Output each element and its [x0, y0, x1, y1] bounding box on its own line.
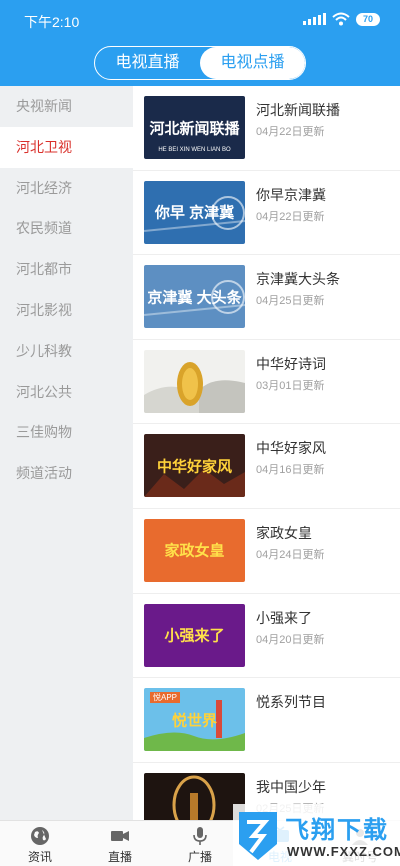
tab-tv-live[interactable]: 电视直播	[95, 47, 200, 79]
tab-tv-on-demand[interactable]: 电视点播	[200, 47, 305, 79]
sidebar-item[interactable]: 河北影视	[0, 290, 133, 331]
program-update-date: 04月16日更新	[256, 464, 325, 477]
program-title: 我中国少年	[256, 778, 326, 795]
sidebar-item[interactable]: 农民频道	[0, 208, 133, 249]
program-thumbnail[interactable]: 你早 京津冀	[144, 180, 245, 244]
sidebar-item[interactable]: 频道活动	[0, 453, 133, 494]
status-bar: 下午2:10 70	[0, 0, 400, 40]
broadcast-mode-switch: 电视直播 电视点播	[94, 46, 306, 80]
program-row[interactable]: 中华好诗词 03月01日更新	[133, 340, 400, 425]
program-update-date: 03月01日更新	[256, 379, 325, 392]
status-time: 下午2:10	[24, 14, 80, 30]
program-title: 小强来了	[256, 609, 312, 626]
program-title: 中华好诗词	[256, 355, 326, 372]
app-header: 下午2:10 70 电视直播 电视点播	[0, 0, 400, 86]
program-list: 河北新闻联播 HE BEI XIN WEN LIAN BO 河北新闻联播 04月22日…	[133, 86, 400, 820]
sidebar-item[interactable]: 河北都市	[0, 249, 133, 290]
program-row[interactable]: 你早 京津冀 你早京津冀 04月22日更新	[133, 171, 400, 256]
program-title: 你早京津冀	[256, 186, 326, 203]
thumbnail-caption: 京津冀 大头条	[147, 289, 242, 307]
program-row[interactable]: 家政女皇 家政女皇 04月24日更新	[133, 509, 400, 594]
program-thumbnail[interactable]: 河北新闻联播 HE BEI XIN WEN LIAN BO	[144, 96, 245, 159]
wifi-icon	[332, 12, 350, 26]
tab-news[interactable]: 资讯	[0, 821, 80, 866]
program-update-date: 04月22日更新	[256, 210, 325, 223]
program-row[interactable]: 小强来了 小强来了 04月20日更新	[133, 594, 400, 679]
tab-radio[interactable]: 广播	[160, 821, 240, 866]
sidebar-item[interactable]: 少儿科教	[0, 331, 133, 372]
sidebar-item[interactable]: 河北卫视	[0, 126, 133, 168]
sidebar-item[interactable]: 河北公共	[0, 372, 133, 413]
program-update-date: 04月22日更新	[256, 126, 325, 138]
thumbnail-caption: 悦世界	[171, 712, 217, 730]
tab-label: 直播	[107, 850, 132, 864]
watermark-url: WWW.FXXZ.COM	[287, 844, 400, 859]
program-thumbnail[interactable]	[144, 772, 245, 820]
battery-icon: 70	[356, 12, 380, 26]
watermark-logo-icon	[239, 812, 277, 860]
program-row[interactable]: 河北新闻联播 HE BEI XIN WEN LIAN BO 河北新闻联播 04月22日…	[133, 86, 400, 171]
program-thumbnail[interactable]	[144, 349, 245, 413]
thumbnail-caption: 河北新闻联播	[149, 120, 240, 137]
thumbnail-caption: 小强来了	[164, 627, 225, 645]
program-row[interactable]: 中华好家风 中华好家风 04月16日更新	[133, 424, 400, 509]
program-row[interactable]: 京津冀 大头条 京津冀大头条 04月25日更新	[133, 255, 400, 340]
program-title: 悦系列节目	[256, 694, 326, 711]
tab-live[interactable]: 直播	[80, 821, 160, 866]
program-title: 中华好家风	[256, 440, 326, 457]
globe-icon	[30, 826, 50, 846]
sidebar-item[interactable]: 三佳购物	[0, 412, 133, 453]
watermark: 飞翔下载 WWW.FXXZ.COM	[233, 804, 400, 866]
program-title: 河北新闻联播	[256, 102, 340, 118]
program-thumbnail[interactable]: 京津冀 大头条	[144, 265, 245, 329]
program-title: 家政女皇	[256, 524, 312, 541]
program-update-date: 04月24日更新	[256, 548, 325, 561]
program-thumbnail[interactable]: 小强来了	[144, 603, 245, 667]
thumbnail-caption: 家政女皇	[164, 542, 225, 560]
sidebar-item[interactable]: 央视新闻	[0, 86, 133, 127]
thumbnail-caption: 中华好家风	[156, 458, 232, 476]
sidebar-item[interactable]: 河北经济	[0, 168, 133, 209]
program-thumbnail[interactable]: 悦世界 悦APP	[144, 688, 245, 752]
thumbnail-subcaption: HE BEI XIN WEN LIAN BO	[158, 147, 231, 153]
status-icons: 70	[303, 12, 380, 26]
video-camera-icon	[110, 826, 130, 846]
thumbnail-caption: 你早 京津冀	[154, 204, 235, 222]
signal-icon	[303, 13, 326, 25]
program-thumbnail[interactable]: 家政女皇	[144, 518, 245, 582]
tab-label: 广播	[187, 850, 212, 864]
watermark-title: 飞翔下载	[285, 817, 389, 844]
tab-label: 资讯	[27, 850, 52, 864]
program-update-date: 04月25日更新	[256, 295, 325, 308]
program-row[interactable]: 悦世界 悦APP 悦系列节目	[133, 678, 400, 763]
thumbnail-subcaption: 悦APP	[150, 692, 181, 704]
channel-sidebar: 央视新闻 河北卫视 河北经济 农民频道 河北都市 河北影视 少儿科教 河北公共 三佳购物 频道活动	[0, 86, 133, 820]
microphone-icon	[190, 826, 210, 846]
program-thumbnail[interactable]: 中华好家风	[144, 434, 245, 498]
program-update-date: 04月20日更新	[256, 633, 325, 646]
program-title: 京津冀大头条	[256, 271, 340, 288]
